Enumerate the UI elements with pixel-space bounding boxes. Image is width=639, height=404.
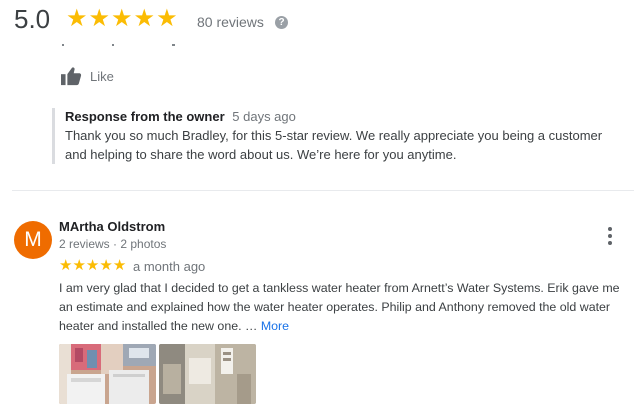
- star-icon: ★: [111, 5, 133, 32]
- star-icon: ★: [88, 5, 111, 32]
- review-stars: ★ ★ ★ ★ ★: [59, 257, 126, 275]
- reviewer-name[interactable]: MArtha Oldstrom: [59, 219, 165, 234]
- more-link[interactable]: More: [261, 319, 289, 333]
- owner-response-title: Response from the owner: [65, 109, 225, 124]
- star-icon: ★: [66, 5, 88, 32]
- rating-stars: ★ ★ ★ ★ ★: [66, 6, 178, 32]
- truncated-review-text: [62, 44, 192, 50]
- owner-response-text: Thank you so much Bradley, for this 5-st…: [65, 128, 603, 162]
- star-icon: ★: [156, 5, 178, 32]
- review-time: a month ago: [133, 259, 206, 274]
- rating-score: 5.0: [14, 4, 51, 34]
- star-icon: ★: [72, 257, 86, 274]
- reviews-count[interactable]: 80 reviews: [197, 14, 264, 30]
- review-photo[interactable]: [59, 344, 156, 404]
- help-icon[interactable]: ?: [275, 16, 288, 29]
- reviewer-meta: 2 reviews · 2 photos: [59, 237, 167, 251]
- like-label: Like: [90, 68, 114, 84]
- water-heater-photo: [159, 344, 256, 404]
- like-button[interactable]: Like: [60, 66, 114, 86]
- star-icon: ★: [133, 5, 156, 32]
- owner-response-time: 5 days ago: [232, 109, 296, 124]
- review-body: I am very glad that I decided to get a t…: [59, 281, 620, 333]
- avatar[interactable]: M: [14, 221, 52, 259]
- owner-response: Response from the owner 5 days ago Thank…: [52, 108, 635, 164]
- review-divider: [12, 190, 634, 191]
- review-photo[interactable]: [159, 344, 256, 404]
- laundry-room-photo: [59, 344, 156, 404]
- star-icon: ★: [99, 257, 113, 274]
- review-text: I am very glad that I decided to get a t…: [59, 279, 634, 336]
- star-icon: ★: [112, 257, 127, 274]
- thumbs-up-icon: [61, 67, 82, 86]
- star-icon: ★: [85, 257, 100, 274]
- more-vert-icon[interactable]: [602, 226, 618, 246]
- star-icon: ★: [59, 257, 73, 274]
